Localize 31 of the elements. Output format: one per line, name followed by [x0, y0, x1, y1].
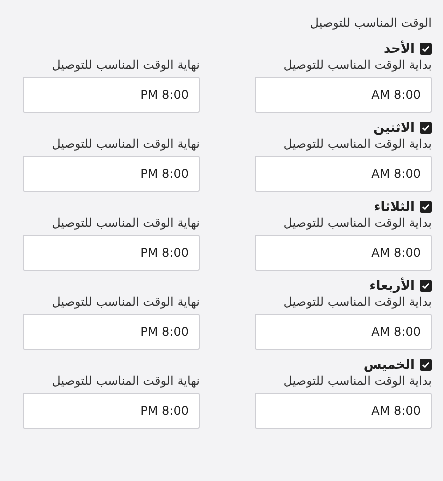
end-time-field[interactable]: PM 8:00: [23, 77, 200, 113]
start-time-field[interactable]: AM 8:00: [255, 235, 432, 271]
day-name: الاثنين: [374, 120, 415, 136]
end-time-field[interactable]: PM 8:00: [23, 314, 200, 350]
day-checkbox[interactable]: [420, 359, 432, 371]
day-checkbox[interactable]: [420, 43, 432, 55]
start-time-label: بداية الوقت المناسب للتوصيل: [282, 374, 432, 388]
end-time-field[interactable]: PM 8:00: [23, 156, 200, 192]
day-name: الخميس: [364, 358, 415, 372]
start-time-field[interactable]: AM 8:00: [255, 314, 432, 350]
day-checkbox[interactable]: [420, 280, 432, 292]
start-time-field[interactable]: AM 8:00: [255, 393, 432, 429]
start-time-label: بداية الوقت المناسب للتوصيل: [282, 295, 432, 309]
end-time-field[interactable]: PM 8:00: [23, 235, 200, 271]
start-time-label: بداية الوقت المناسب للتوصيل: [282, 58, 432, 72]
day-checkbox[interactable]: [420, 122, 432, 134]
end-time-label: نهاية الوقت المناسب للتوصيل: [51, 58, 200, 72]
end-time-field[interactable]: PM 8:00: [23, 393, 200, 429]
end-time-label: نهاية الوقت المناسب للتوصيل: [51, 295, 200, 309]
day-name: الأحد: [384, 42, 415, 56]
end-time-label: نهاية الوقت المناسب للتوصيل: [51, 374, 200, 388]
start-time-label: بداية الوقت المناسب للتوصيل: [282, 137, 432, 151]
day-name: الأربعاء: [370, 278, 415, 294]
start-time-field[interactable]: AM 8:00: [255, 156, 432, 192]
start-time-field[interactable]: AM 8:00: [255, 77, 432, 113]
section-title: الوقت المناسب للتوصيل: [309, 16, 432, 30]
day-name: الثلاثاء: [374, 200, 415, 214]
day-checkbox[interactable]: [420, 201, 432, 213]
end-time-label: نهاية الوقت المناسب للتوصيل: [51, 216, 200, 230]
end-time-label: نهاية الوقت المناسب للتوصيل: [51, 137, 200, 151]
start-time-label: بداية الوقت المناسب للتوصيل: [282, 216, 432, 230]
